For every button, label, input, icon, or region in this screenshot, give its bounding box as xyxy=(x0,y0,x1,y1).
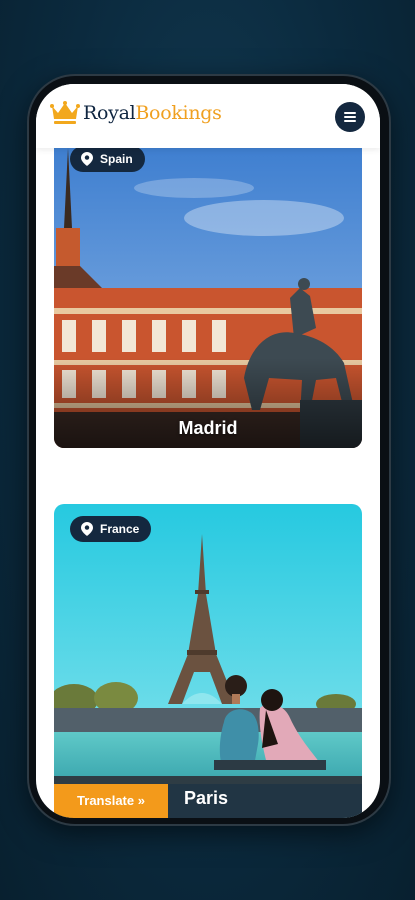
location-badge-france: France xyxy=(70,516,152,542)
brand-name-primary: Royal xyxy=(83,102,136,124)
location-badge-spain: Spain xyxy=(70,146,145,172)
bottom-bar: Translate » Paris xyxy=(54,784,362,818)
brand-name-secondary: Bookings xyxy=(135,102,222,124)
badge-country-spain: Spain xyxy=(100,152,133,166)
map-pin-icon xyxy=(81,152,93,166)
city-name-paris: Paris xyxy=(184,788,229,808)
paris-photo xyxy=(54,504,362,818)
menu-button[interactable] xyxy=(335,102,365,132)
destination-card-paris[interactable] xyxy=(54,504,362,818)
badge-country-france: France xyxy=(100,522,140,536)
top-header: RoyalBookings xyxy=(36,84,380,148)
madrid-photo xyxy=(54,148,362,448)
map-pin-icon xyxy=(81,522,93,536)
app-screen: RoyalBookings Spain Madrid France Transl… xyxy=(36,84,380,818)
brand-name: RoyalBookings xyxy=(83,102,222,124)
translate-button[interactable]: Translate » xyxy=(54,784,168,818)
destination-card-madrid[interactable] xyxy=(54,148,362,448)
city-name-madrid: Madrid xyxy=(178,418,238,438)
hamburger-icon xyxy=(344,112,356,122)
crown-icon xyxy=(50,101,80,124)
brand-logo[interactable]: RoyalBookings xyxy=(50,100,222,126)
